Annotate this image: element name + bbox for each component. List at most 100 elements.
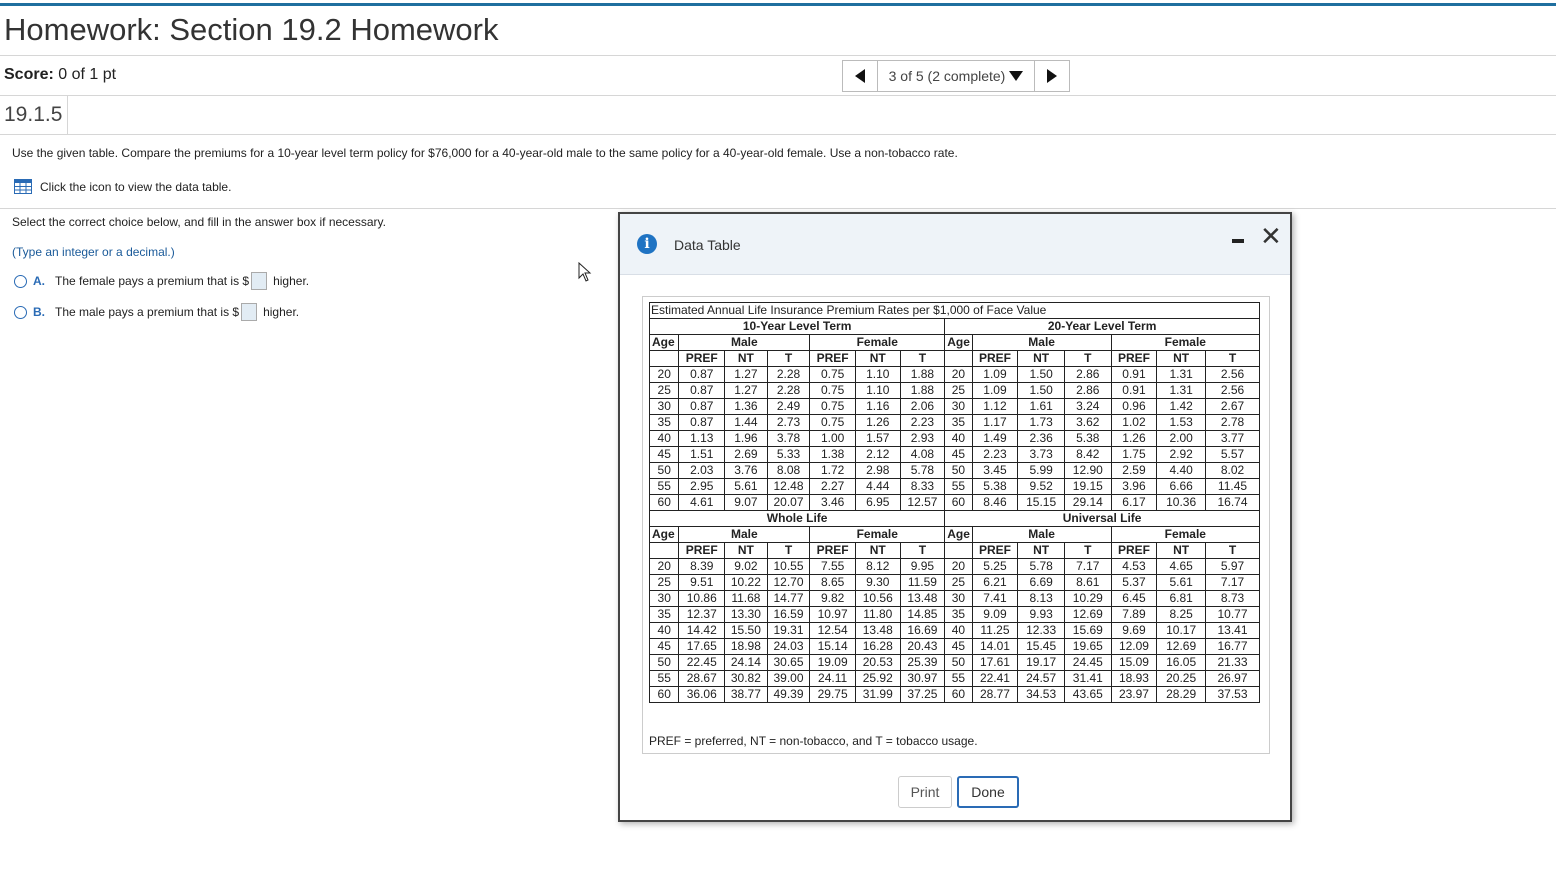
choice-a-radio[interactable] bbox=[14, 274, 27, 288]
next-question-button[interactable] bbox=[1035, 61, 1069, 91]
age-cell: 55 bbox=[944, 478, 973, 495]
table-row: 25 9.51 10.22 12.70 8.65 9.30 11.59 25 6.21 6.69 8… bbox=[648, 574, 1261, 591]
score-value: 0 of 1 pt bbox=[58, 66, 117, 83]
rate-cell: 5.78 bbox=[899, 462, 946, 479]
rate-cell: 9.09 bbox=[971, 606, 1019, 623]
print-button[interactable]: Print bbox=[898, 776, 952, 808]
rate-cell: 29.14 bbox=[1063, 494, 1112, 511]
rate-cell: 10.56 bbox=[854, 590, 901, 607]
age-cell: 45 bbox=[944, 446, 973, 463]
rate-cell: 8.25 bbox=[1156, 606, 1206, 623]
table-row: 40 14.42 15.50 19.31 12.54 13.48 16.69 40 11.25 1… bbox=[648, 622, 1261, 639]
rate-cell: 0.87 bbox=[678, 414, 726, 431]
rate-cell: 8.12 bbox=[854, 558, 901, 575]
rate-cell: 15.50 bbox=[724, 622, 768, 639]
empty-header-cell bbox=[648, 542, 680, 559]
section-title: Universal Life bbox=[944, 510, 1260, 527]
rate-cell: 19.17 bbox=[1017, 654, 1065, 671]
rate-cell: 1.10 bbox=[854, 382, 901, 399]
question-progress-dropdown[interactable]: 3 of 5 (2 complete) bbox=[877, 61, 1035, 91]
rate-cell: 9.95 bbox=[899, 558, 946, 575]
rate-cell: 2.86 bbox=[1063, 366, 1112, 383]
column-header: NT bbox=[1017, 350, 1065, 367]
rate-cell: 28.77 bbox=[971, 686, 1019, 703]
rate-cell: 2.49 bbox=[766, 398, 811, 415]
rate-cell: 14.42 bbox=[678, 622, 726, 639]
rate-cell: 24.14 bbox=[724, 654, 768, 671]
rate-cell: 2.06 bbox=[899, 398, 946, 415]
question-text: Use the given table. Compare the premium… bbox=[12, 146, 958, 160]
rate-cell: 22.45 bbox=[678, 654, 726, 671]
rate-cell: 43.65 bbox=[1063, 686, 1112, 703]
done-button[interactable]: Done bbox=[957, 776, 1019, 808]
rate-cell: 28.29 bbox=[1156, 686, 1206, 703]
rate-cell: 31.41 bbox=[1063, 670, 1112, 687]
rate-cell: 5.61 bbox=[1156, 574, 1206, 591]
age-cell: 30 bbox=[648, 398, 680, 415]
rate-cell: 7.17 bbox=[1063, 558, 1112, 575]
rate-cell: 9.69 bbox=[1110, 622, 1158, 639]
rate-cell: 1.09 bbox=[971, 382, 1019, 399]
table-row: 30 0.87 1.36 2.49 0.75 1.16 2.06 30 1.12 1.61 3.24… bbox=[648, 398, 1261, 415]
age-header: Age bbox=[648, 334, 680, 351]
rate-cell: 1.53 bbox=[1156, 414, 1206, 431]
rate-cell: 5.99 bbox=[1017, 462, 1065, 479]
column-header: NT bbox=[1156, 350, 1206, 367]
previous-question-button[interactable] bbox=[843, 61, 877, 91]
rate-cell: 8.08 bbox=[766, 462, 811, 479]
rate-cell: 4.65 bbox=[1156, 558, 1206, 575]
rate-cell: 31.99 bbox=[854, 686, 901, 703]
age-cell: 25 bbox=[944, 382, 973, 399]
age-cell: 60 bbox=[648, 494, 680, 511]
data-table-link-text[interactable]: Click the icon to view the data table. bbox=[40, 180, 231, 194]
age-cell: 20 bbox=[648, 558, 680, 575]
section-title-row: 10-Year Level Term 20-Year Level Term bbox=[648, 318, 1260, 335]
rate-cell: 10.97 bbox=[809, 606, 856, 623]
rate-cell: 1.10 bbox=[854, 366, 901, 383]
rate-cell: 2.59 bbox=[1110, 462, 1158, 479]
rate-cell: 30.65 bbox=[766, 654, 811, 671]
table-row: 35 12.37 13.30 16.59 10.97 11.80 14.85 35 9.09 9.… bbox=[648, 606, 1261, 623]
rate-cell: 2.00 bbox=[1156, 430, 1206, 447]
minimize-icon[interactable] bbox=[1232, 239, 1244, 243]
choice-b[interactable]: B. The male pays a premium that is $ hig… bbox=[14, 303, 299, 321]
table-row: 55 28.67 30.82 39.00 24.11 25.92 30.97 55 22.41 2… bbox=[648, 670, 1261, 687]
rate-cell: 5.38 bbox=[1063, 430, 1112, 447]
data-table-link[interactable]: Click the icon to view the data table. bbox=[14, 179, 231, 194]
choice-b-answer-input[interactable] bbox=[241, 303, 258, 321]
divider bbox=[0, 208, 1556, 209]
age-cell: 60 bbox=[944, 686, 973, 703]
choice-a-answer-input[interactable] bbox=[251, 272, 268, 290]
rate-cell: 12.57 bbox=[899, 494, 946, 511]
rate-cell: 3.77 bbox=[1204, 430, 1261, 447]
rate-cell: 1.51 bbox=[678, 446, 726, 463]
rate-cell: 9.02 bbox=[724, 558, 768, 575]
rate-cell: 1.72 bbox=[809, 462, 856, 479]
rate-cell: 3.73 bbox=[1017, 446, 1065, 463]
rate-cell: 2.86 bbox=[1063, 382, 1112, 399]
table-row: 30 10.86 11.68 14.77 9.82 10.56 13.48 30 7.41 8.1… bbox=[648, 590, 1261, 607]
close-icon[interactable]: ✕ bbox=[1260, 223, 1282, 249]
rate-cell: 11.45 bbox=[1204, 478, 1261, 495]
rate-cell: 3.62 bbox=[1063, 414, 1112, 431]
rate-cell: 12.48 bbox=[766, 478, 811, 495]
rate-cell: 5.38 bbox=[971, 478, 1019, 495]
male-header: Male bbox=[971, 526, 1112, 543]
choice-a[interactable]: A. The female pays a premium that is $ h… bbox=[14, 272, 309, 290]
column-header: T bbox=[1063, 542, 1112, 559]
rate-cell: 3.46 bbox=[809, 494, 856, 511]
rate-cell: 24.03 bbox=[766, 638, 811, 655]
section-title: 10-Year Level Term bbox=[648, 318, 946, 335]
table-grid-icon[interactable] bbox=[14, 179, 32, 194]
rate-cell: 26.97 bbox=[1204, 670, 1261, 687]
rate-cell: 15.45 bbox=[1017, 638, 1065, 655]
age-cell: 50 bbox=[944, 462, 973, 479]
rate-cell: 10.17 bbox=[1156, 622, 1206, 639]
rate-cell: 2.27 bbox=[809, 478, 856, 495]
choice-a-prefix: The female pays a premium that is $ bbox=[55, 274, 250, 288]
age-cell: 20 bbox=[944, 366, 973, 383]
rate-cell: 0.96 bbox=[1110, 398, 1158, 415]
choice-b-radio[interactable] bbox=[14, 305, 27, 319]
rate-cell: 2.95 bbox=[678, 478, 726, 495]
age-cell: 40 bbox=[944, 622, 973, 639]
